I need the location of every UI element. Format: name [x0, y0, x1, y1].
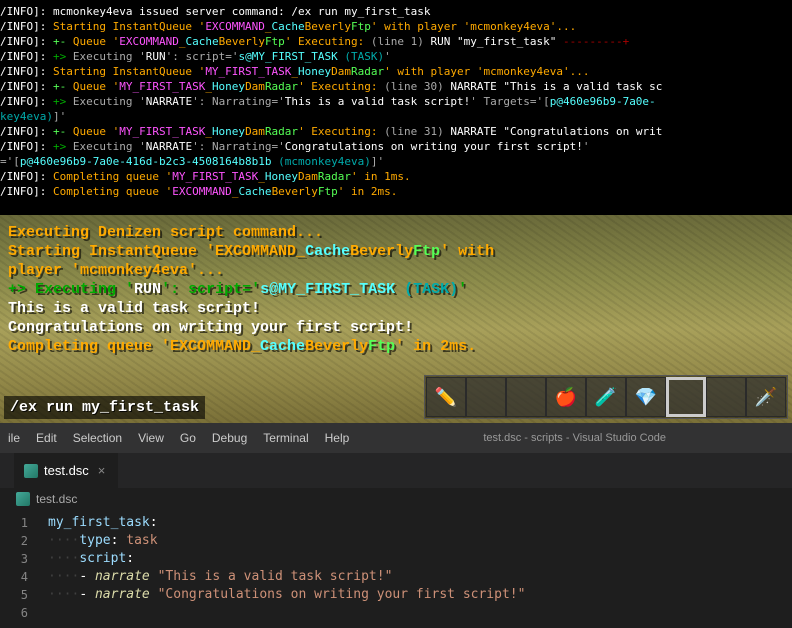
- chat-line: Starting InstantQueue 'EXCOMMAND_CacheBe…: [8, 242, 494, 261]
- hotbar-slot[interactable]: ✏️: [426, 377, 466, 417]
- code-line: 4····- narrate "This is a valid task scr…: [0, 568, 792, 586]
- console-line: /INFO]: mcmonkey4eva issued server comma…: [0, 4, 792, 19]
- breadcrumb[interactable]: test.dsc: [0, 488, 792, 510]
- menu-item[interactable]: Terminal: [255, 431, 316, 445]
- console-line: /INFO]: +- Queue 'MY_FIRST_TASK_HoneyDam…: [0, 124, 792, 139]
- console-line: /INFO]: +- Queue 'EXCOMMAND_CacheBeverly…: [0, 34, 792, 49]
- console-line: /INFO]: Starting InstantQueue 'EXCOMMAND…: [0, 19, 792, 34]
- tab-label: test.dsc: [44, 463, 89, 478]
- hotbar-slot[interactable]: [506, 377, 546, 417]
- code-line: 2····type: task: [0, 532, 792, 550]
- window-title: test.dsc - scripts - Visual Studio Code: [357, 432, 792, 444]
- chat-input[interactable]: /ex run my_first_task: [4, 396, 205, 419]
- menu-item[interactable]: Go: [172, 431, 204, 445]
- console-line: /INFO]: Starting InstantQueue 'MY_FIRST_…: [0, 64, 792, 79]
- code-line: 3····script:: [0, 550, 792, 568]
- chat-line: Completing queue 'EXCOMMAND_CacheBeverly…: [8, 337, 494, 356]
- console-line: ='[p@460e96b9-7a0e-416d-b2c3-4508164b8b1…: [0, 154, 792, 169]
- file-icon: [16, 492, 30, 506]
- editor[interactable]: 1my_first_task:2····type: task3····scrip…: [0, 510, 792, 626]
- menu-item[interactable]: Help: [317, 431, 358, 445]
- game-chat: Executing Denizen script command... Star…: [8, 223, 494, 356]
- hotbar-slot[interactable]: [666, 377, 706, 417]
- menu-item[interactable]: ile: [0, 431, 28, 445]
- chat-line: Executing Denizen script command...: [8, 223, 494, 242]
- hotbar-slot[interactable]: [466, 377, 506, 417]
- server-console: /INFO]: mcmonkey4eva issued server comma…: [0, 0, 792, 215]
- file-icon: [24, 464, 38, 478]
- console-line: /INFO]: +> Executing 'NARRATE': Narratin…: [0, 94, 792, 109]
- menu-item[interactable]: Selection: [65, 431, 130, 445]
- hotbar-slot[interactable]: [706, 377, 746, 417]
- vscode-window: ileEditSelectionViewGoDebugTerminalHelpt…: [0, 423, 792, 628]
- chat-line: +> Executing 'RUN': script='s@MY_FIRST_T…: [8, 280, 494, 299]
- close-icon[interactable]: ×: [95, 463, 109, 478]
- code-line: 1my_first_task:: [0, 514, 792, 532]
- file-tab[interactable]: test.dsc ×: [14, 453, 118, 488]
- hotbar-slot[interactable]: 💎: [626, 377, 666, 417]
- console-line: /INFO]: +> Executing 'NARRATE': Narratin…: [0, 139, 792, 154]
- console-line: key4eva)]': [0, 109, 792, 124]
- console-line: /INFO]: +- Queue 'MY_FIRST_TASK_HoneyDam…: [0, 79, 792, 94]
- breadcrumb-label: test.dsc: [36, 492, 77, 506]
- console-line: /INFO]: +> Executing 'RUN': script='s@MY…: [0, 49, 792, 64]
- menu-item[interactable]: View: [130, 431, 172, 445]
- hotbar-slot[interactable]: 🧪: [586, 377, 626, 417]
- chat-line: This is a valid task script!: [8, 299, 494, 318]
- menu-item[interactable]: Edit: [28, 431, 65, 445]
- console-line: /INFO]: Completing queue 'MY_FIRST_TASK_…: [0, 169, 792, 184]
- menu-bar: ileEditSelectionViewGoDebugTerminalHelpt…: [0, 423, 792, 453]
- minecraft-game-view: Executing Denizen script command... Star…: [0, 215, 792, 423]
- chat-line: Congratulations on writing your first sc…: [8, 318, 494, 337]
- console-line: /INFO]: Completing queue 'EXCOMMAND_Cach…: [0, 184, 792, 199]
- chat-line: player 'mcmonkey4eva'...: [8, 261, 494, 280]
- code-line: 5····- narrate "Congratulations on writi…: [0, 586, 792, 604]
- menu-item[interactable]: Debug: [204, 431, 255, 445]
- code-line: 6: [0, 604, 792, 622]
- hotbar: ✏️ 🍎🧪💎 🗡️: [424, 375, 788, 419]
- hotbar-slot[interactable]: 🍎: [546, 377, 586, 417]
- tab-bar: test.dsc ×: [0, 453, 792, 488]
- hotbar-slot[interactable]: 🗡️: [746, 377, 786, 417]
